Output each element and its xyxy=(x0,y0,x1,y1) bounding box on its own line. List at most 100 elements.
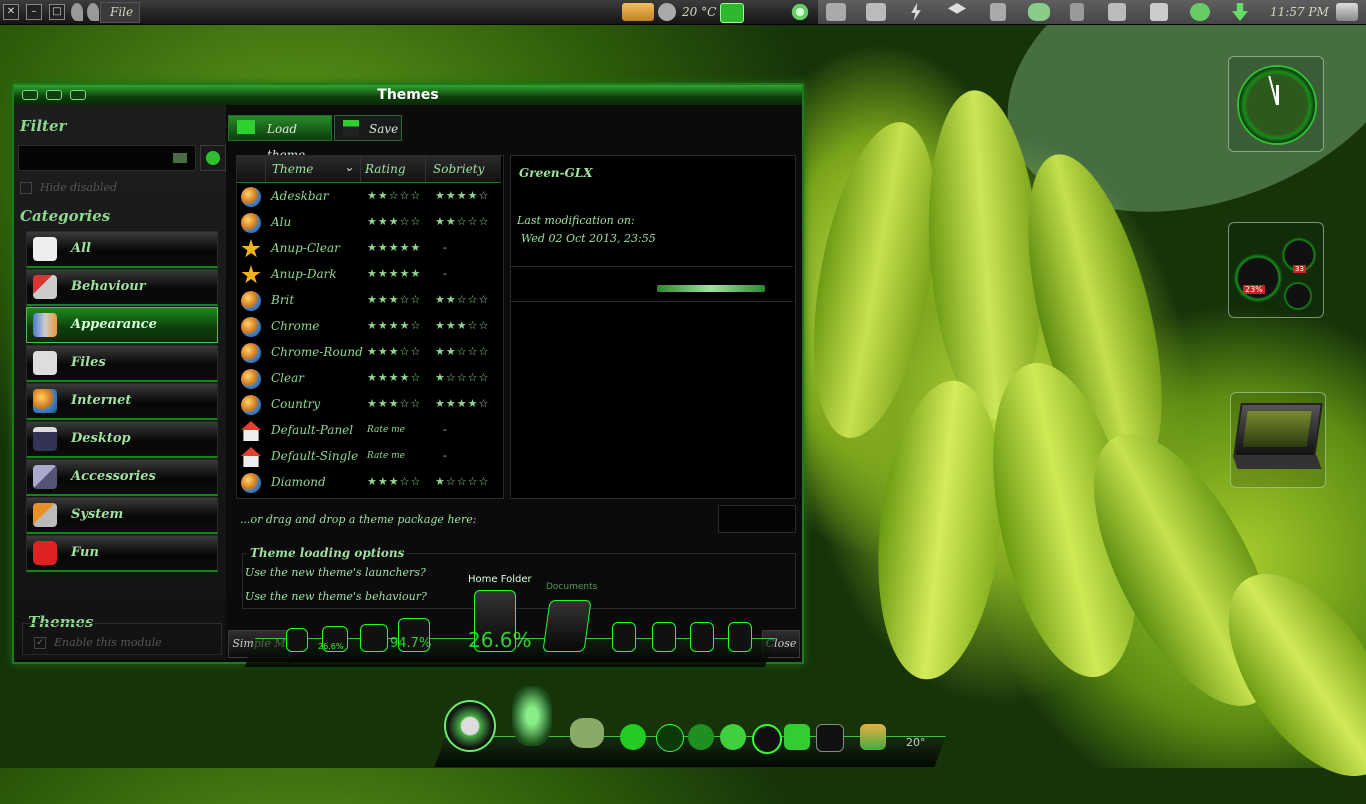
sobriety-cell: ★★★☆☆ xyxy=(435,319,490,332)
theme-list[interactable]: Theme ⌄ Rating Sobriety Adeskbar ★★☆☆☆ ★★★… xyxy=(236,155,504,499)
weather-cloud-icon[interactable] xyxy=(1028,3,1050,21)
launcher-icon[interactable] xyxy=(612,622,636,652)
gear-icon[interactable] xyxy=(790,3,810,21)
clipboard-icon[interactable] xyxy=(1070,3,1084,21)
table-row[interactable]: Default-Single Rate me - xyxy=(237,444,501,470)
enable-module-checkbox[interactable]: ✓ xyxy=(34,637,46,649)
category-fun[interactable]: Fun xyxy=(26,535,218,572)
theme-detail: Green-GLX Last modification on: Wed 02 O… xyxy=(510,155,796,499)
laptop-desklet[interactable] xyxy=(1230,392,1326,488)
category-appearance[interactable]: Appearance xyxy=(26,307,218,343)
weather-icon[interactable] xyxy=(860,724,886,750)
category-desktop[interactable]: Desktop xyxy=(26,421,218,458)
rating-cell[interactable]: ★★★★☆ xyxy=(367,371,421,384)
sobriety-cell: ★★☆☆☆ xyxy=(435,345,490,358)
column-rating[interactable]: Rating xyxy=(359,156,426,182)
documents-folder-icon[interactable] xyxy=(542,600,592,652)
rating-cell[interactable]: ★★★☆☆ xyxy=(367,397,421,410)
rating-cell[interactable]: Rate me xyxy=(367,451,405,461)
folder-icon[interactable] xyxy=(826,3,846,21)
maximize-icon[interactable] xyxy=(70,90,86,100)
category-system[interactable]: System xyxy=(26,497,218,534)
rating-cell[interactable]: ★★★☆☆ xyxy=(367,475,421,488)
rating-cell[interactable]: Rate me xyxy=(367,425,405,435)
image-viewer-icon[interactable] xyxy=(1336,3,1358,21)
table-row[interactable]: Chrome ★★★★☆ ★★★☆☆ xyxy=(237,314,501,340)
launcher-icon[interactable] xyxy=(728,622,752,652)
window-titlebar[interactable]: Themes xyxy=(14,85,802,105)
rating-cell[interactable]: ★★☆☆☆ xyxy=(367,189,421,202)
close-icon[interactable] xyxy=(22,90,38,100)
clock-desklet[interactable] xyxy=(1228,56,1324,152)
table-row[interactable]: Country ★★★☆☆ ★★★★☆ xyxy=(237,392,501,418)
column-theme[interactable]: Theme ⌄ xyxy=(265,156,361,182)
minimize-icon[interactable] xyxy=(46,90,62,100)
leaf-icon[interactable] xyxy=(87,3,99,21)
skype-icon[interactable] xyxy=(752,724,782,754)
column-sobriety[interactable]: Sobriety xyxy=(425,156,501,182)
category-behaviour[interactable]: Behaviour xyxy=(26,269,218,306)
rating-cell[interactable]: ★★★★☆ xyxy=(367,319,421,332)
weather-icon[interactable] xyxy=(622,3,654,21)
rating-cell[interactable]: ★★★☆☆ xyxy=(367,345,421,358)
filter-apply-button[interactable] xyxy=(200,145,226,171)
leaf-icon[interactable] xyxy=(71,3,83,21)
terminal-icon[interactable] xyxy=(816,724,844,752)
house-icon xyxy=(241,421,261,441)
option-launchers[interactable]: Use the new theme's launchers? xyxy=(245,566,426,579)
network-icon[interactable] xyxy=(1190,3,1210,21)
minimize-icon[interactable]: – xyxy=(26,4,42,20)
ram-launcher-icon[interactable] xyxy=(360,624,388,652)
launcher-icon[interactable] xyxy=(652,622,676,652)
rating-cell[interactable]: ★★★★★ xyxy=(367,241,421,254)
launcher-icon[interactable] xyxy=(690,622,714,652)
book-icon[interactable] xyxy=(620,724,646,750)
category-accessories[interactable]: Accessories xyxy=(26,459,218,496)
rating-cell[interactable]: ★★★★★ xyxy=(367,267,421,280)
sidebar: Filter Hide disabled Categories All Beha… xyxy=(14,105,226,660)
category-files[interactable]: Files xyxy=(26,345,218,382)
rating-cell[interactable]: ★★★☆☆ xyxy=(367,215,421,228)
temperature-readout: 20 °C xyxy=(682,5,717,19)
mail-icon[interactable] xyxy=(1108,3,1126,21)
battery-icon[interactable] xyxy=(1150,3,1168,21)
drop-target[interactable] xyxy=(718,505,796,533)
theme-name-cell: Anup-Clear xyxy=(271,241,340,255)
green-g-icon[interactable] xyxy=(720,3,744,23)
table-row[interactable]: Brit ★★★☆☆ ★★☆☆☆ xyxy=(237,288,501,314)
category-internet[interactable]: Internet xyxy=(26,383,218,420)
tab-load-theme[interactable]: Load theme xyxy=(228,115,332,162)
image-icon[interactable] xyxy=(866,3,886,21)
sobriety-cell: ★★★★☆ xyxy=(435,397,490,410)
table-row[interactable]: Anup-Dark ★★★★★ - xyxy=(237,262,501,288)
browser-icon[interactable] xyxy=(656,724,684,752)
maximize-icon[interactable]: □ xyxy=(49,4,65,20)
close-icon[interactable]: ✕ xyxy=(3,4,19,20)
ubuntu-icon[interactable] xyxy=(688,724,714,750)
coffee-icon[interactable] xyxy=(990,3,1006,21)
table-row[interactable]: Adeskbar ★★☆☆☆ ★★★★☆ xyxy=(237,184,501,210)
system-monitor-desklet[interactable]: 23% 33 xyxy=(1228,222,1324,318)
clear-filter-icon[interactable] xyxy=(173,153,187,163)
gimp-icon[interactable] xyxy=(570,718,604,748)
category-all[interactable]: All xyxy=(26,231,218,268)
clock[interactable]: 11:57 PM xyxy=(1270,5,1329,19)
category-label: Files xyxy=(71,355,106,370)
filter-input[interactable] xyxy=(18,145,196,171)
table-row[interactable]: Diamond ★★★☆☆ ★☆☆☆☆ xyxy=(237,470,501,496)
tab-save[interactable]: Save xyxy=(334,115,402,141)
usage-percent-2: 26.6% xyxy=(468,628,532,652)
table-row[interactable]: Clear ★★★★☆ ★☆☆☆☆ xyxy=(237,366,501,392)
table-row[interactable]: Chrome-Round ★★★☆☆ ★★☆☆☆ xyxy=(237,340,501,366)
play-icon[interactable] xyxy=(444,700,496,752)
table-row[interactable]: Alu ★★★☆☆ ★★☆☆☆ xyxy=(237,210,501,236)
table-row[interactable]: Anup-Clear ★★★★★ - xyxy=(237,236,501,262)
monitor-launcher-icon[interactable] xyxy=(286,628,308,652)
footprint-icon[interactable] xyxy=(512,686,552,746)
table-row[interactable]: Default-Panel Rate me - xyxy=(237,418,501,444)
rating-cell[interactable]: ★★★☆☆ xyxy=(367,293,421,306)
file-menu[interactable]: File xyxy=(100,2,140,23)
settings-icon[interactable] xyxy=(784,724,810,750)
chrome-icon[interactable] xyxy=(720,724,746,750)
hide-disabled-checkbox[interactable] xyxy=(20,182,32,194)
